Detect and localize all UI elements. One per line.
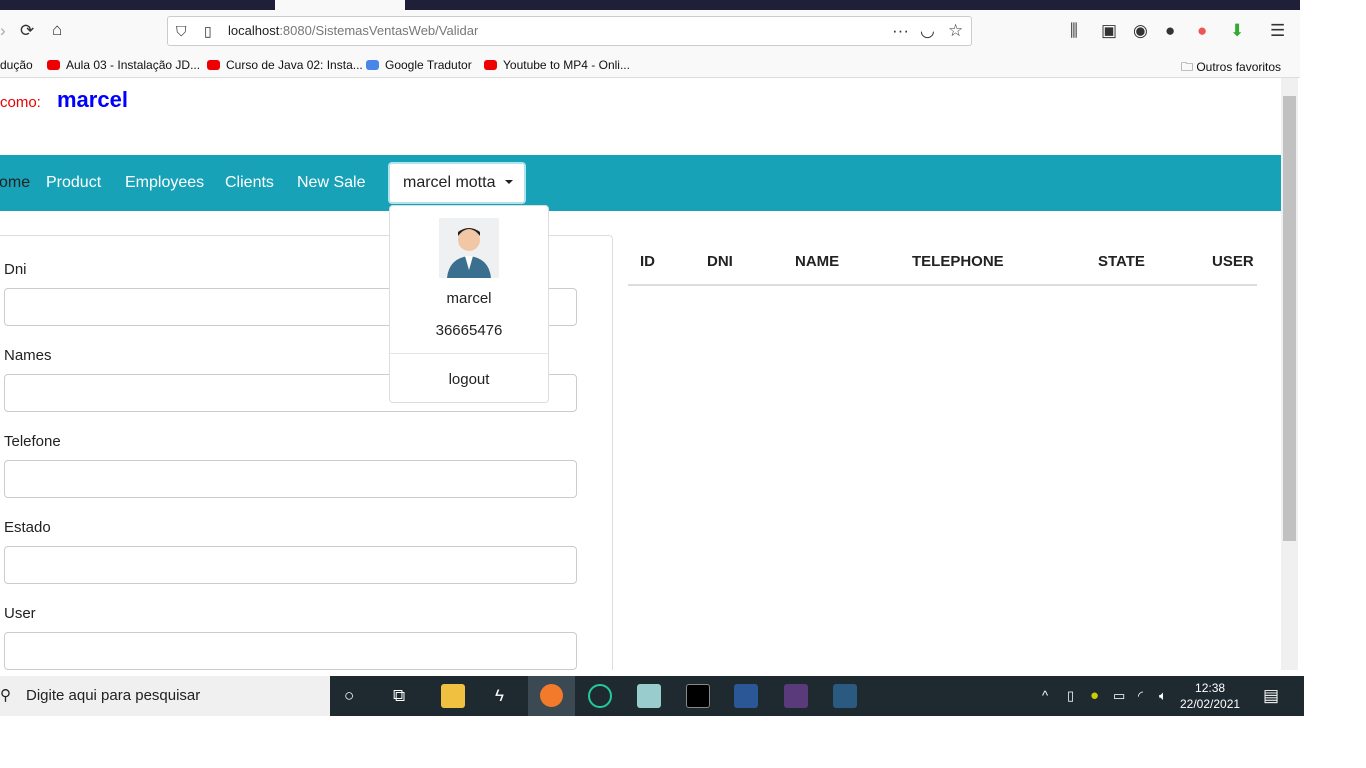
user-label: User bbox=[4, 605, 36, 622]
duckduckgo-icon[interactable]: ● bbox=[1197, 21, 1207, 41]
bookmark-label: Curso de Java 02: Insta... bbox=[226, 58, 363, 72]
java-ee-ide-icon[interactable] bbox=[784, 684, 808, 708]
url-host: localhost bbox=[228, 23, 280, 38]
dropdown-name: marcel bbox=[446, 290, 492, 307]
tray-chevron-icon[interactable]: ^ bbox=[1042, 686, 1048, 706]
bookmark[interactable]: Aula 03 - Instalação JD... bbox=[47, 58, 200, 72]
word-icon[interactable] bbox=[734, 684, 758, 708]
forward-icon[interactable]: › bbox=[0, 21, 6, 41]
app-icon[interactable]: ϟ bbox=[495, 686, 504, 706]
search-icon: ⚲ bbox=[0, 687, 11, 704]
page-scrollbar[interactable] bbox=[1281, 78, 1298, 670]
bookmark-label: Outros favoritos bbox=[1196, 60, 1282, 74]
tab-strip[interactable] bbox=[0, 0, 1300, 10]
url-bar[interactable]: ⛉ ▯ localhost:8080/SistemasVentasWeb/Val… bbox=[167, 16, 972, 46]
star-icon[interactable]: ☆ bbox=[948, 21, 963, 41]
mysql-workbench-icon[interactable] bbox=[833, 684, 857, 708]
youtube-icon bbox=[207, 60, 220, 70]
user-input[interactable] bbox=[4, 632, 577, 670]
firefox-icon bbox=[540, 684, 563, 707]
time: 12:38 bbox=[1195, 681, 1226, 695]
page-icon: ▯ bbox=[204, 23, 212, 39]
welcome-text: como: bbox=[0, 94, 41, 111]
dni-label: Dni bbox=[4, 261, 27, 278]
file-explorer-icon[interactable] bbox=[441, 684, 465, 708]
youtube-mp4-icon bbox=[484, 60, 497, 70]
active-tab[interactable] bbox=[275, 0, 405, 10]
table-header: ID DNI NAME TELEPHONE STATE USER bbox=[628, 240, 1257, 286]
user-avatar-icon bbox=[447, 228, 491, 278]
pocket-icon[interactable]: ◡ bbox=[920, 21, 935, 41]
logout-link[interactable]: logout bbox=[390, 371, 548, 388]
dropdown-divider bbox=[390, 353, 548, 354]
reload-icon[interactable]: ⟳ bbox=[20, 21, 34, 41]
menu-icon[interactable]: ☰ bbox=[1270, 21, 1285, 41]
names-label: Names bbox=[4, 347, 52, 364]
battery-icon[interactable]: ▭ bbox=[1113, 686, 1125, 706]
taskbar-search[interactable]: ⚲ Digite aqui para pesquisar bbox=[0, 676, 330, 716]
notepad-icon[interactable] bbox=[637, 684, 661, 708]
upwork-icon[interactable] bbox=[588, 684, 612, 708]
col-dni: DNI bbox=[707, 253, 733, 270]
shield-icon[interactable]: ⛉ bbox=[176, 21, 187, 41]
navbar: ome Product Employees Clients New Sale bbox=[0, 155, 1281, 211]
col-user: USER bbox=[1212, 253, 1254, 270]
library-icon[interactable]: ⫼ bbox=[1070, 21, 1078, 41]
estado-label: Estado bbox=[4, 519, 51, 536]
task-view-icon[interactable]: ⧉ bbox=[393, 686, 405, 706]
wifi-icon[interactable]: ◜ bbox=[1138, 686, 1143, 706]
telefone-input[interactable] bbox=[4, 460, 577, 498]
dropdown-dni: 36665476 bbox=[435, 322, 503, 339]
username: marcel bbox=[57, 87, 128, 112]
telefone-label: Telefone bbox=[4, 433, 61, 450]
bookmarks-bar: dução Aula 03 - Instalação JD... Curso d… bbox=[0, 52, 1300, 78]
nav-clients[interactable]: Clients bbox=[225, 174, 274, 192]
youtube-icon bbox=[47, 60, 60, 70]
tray-plus-icon[interactable]: ● bbox=[1090, 686, 1099, 706]
bookmark-label: Aula 03 - Instalação JD... bbox=[66, 58, 201, 72]
user-dropdown-button[interactable]: marcel motta bbox=[388, 162, 526, 204]
col-state: STATE bbox=[1098, 253, 1145, 270]
col-id: ID bbox=[640, 253, 655, 270]
bookmark[interactable]: Curso de Java 02: Insta... bbox=[207, 58, 363, 72]
cortana-icon[interactable]: ○ bbox=[344, 686, 354, 706]
firefox-taskbar[interactable] bbox=[528, 676, 575, 716]
estado-input[interactable] bbox=[4, 546, 577, 584]
volume-icon[interactable]: 🔈︎ bbox=[1159, 686, 1167, 706]
date: 22/02/2021 bbox=[1180, 697, 1241, 711]
page-content: como: marcel ome Product Employees Clien… bbox=[0, 78, 1281, 670]
bookmark[interactable]: Youtube to MP4 - Onli... bbox=[484, 58, 630, 72]
nav-new-sale[interactable]: New Sale bbox=[297, 174, 365, 192]
account-icon[interactable]: ◉ bbox=[1133, 21, 1148, 41]
sidebar-icon[interactable]: ▣ bbox=[1101, 21, 1117, 41]
bookmark[interactable]: dução bbox=[0, 58, 33, 72]
bookmark[interactable]: Google Tradutor bbox=[366, 58, 472, 72]
url-path: :8080/SistemasVentasWeb/Validar bbox=[279, 23, 479, 38]
more-icon[interactable]: ··· bbox=[892, 21, 909, 41]
browser-toolbar: › ⟳ ⌂ ⛉ ▯ localhost:8080/SistemasVentasW… bbox=[0, 10, 1300, 52]
google-translate-icon bbox=[366, 60, 379, 70]
col-telephone: TELEPHONE bbox=[912, 253, 1004, 270]
bookmark-label: Youtube to MP4 - Onli... bbox=[503, 58, 630, 72]
tray-app-icon[interactable]: ▯ bbox=[1067, 686, 1074, 706]
extension-icon[interactable]: ● bbox=[1165, 21, 1175, 41]
nav-home[interactable]: ome bbox=[0, 174, 30, 192]
user-dropdown-menu: marcel 36665476 logout bbox=[389, 205, 549, 403]
folder-icon: 🗀 bbox=[1181, 60, 1197, 74]
notifications-icon[interactable]: ▤ bbox=[1263, 686, 1279, 706]
clock[interactable]: 12:38 22/02/2021 bbox=[1180, 680, 1240, 712]
nav-employees[interactable]: Employees bbox=[125, 174, 204, 192]
scrollbar-thumb[interactable] bbox=[1283, 96, 1296, 541]
other-bookmarks[interactable]: 🗀 Outros favoritos bbox=[1181, 58, 1281, 79]
nav-product[interactable]: Product bbox=[46, 174, 101, 192]
search-placeholder: Digite aqui para pesquisar bbox=[26, 687, 201, 704]
col-name: NAME bbox=[795, 253, 840, 270]
bookmark-label: Google Tradutor bbox=[385, 58, 472, 72]
terminal-icon[interactable] bbox=[686, 684, 710, 708]
taskbar: ⚲ Digite aqui para pesquisar ○ ⧉ ϟ ^ ▯ ●… bbox=[0, 676, 1304, 716]
download-icon[interactable]: ⬇ bbox=[1230, 21, 1244, 41]
avatar bbox=[439, 218, 499, 278]
home-icon[interactable]: ⌂ bbox=[52, 20, 62, 40]
